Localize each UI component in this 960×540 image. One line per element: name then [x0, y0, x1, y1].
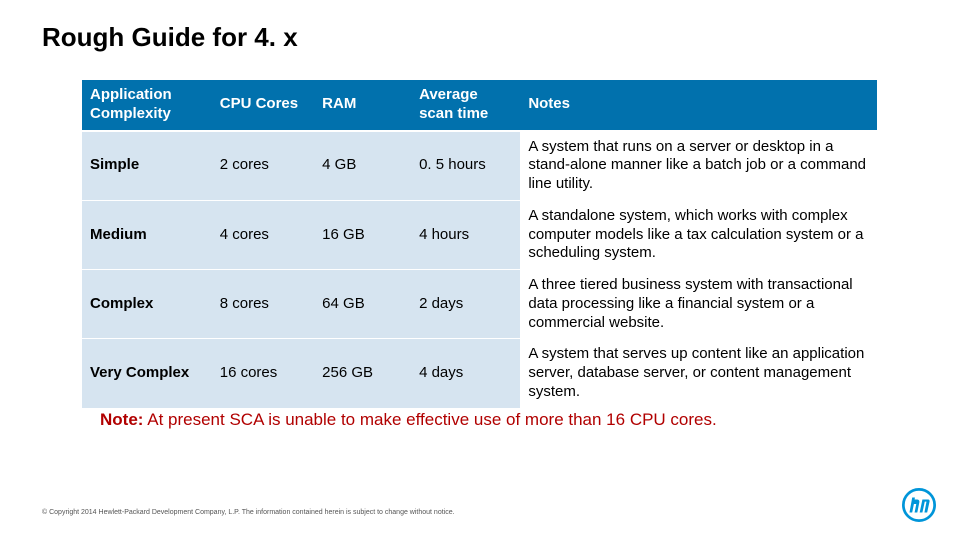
table-header-row: Application Complexity CPU Cores RAM Ave…	[82, 80, 877, 131]
footnote-body: At present SCA is unable to make effecti…	[143, 410, 716, 429]
footnote-prefix: Note:	[100, 410, 143, 429]
header-notes: Notes	[520, 80, 877, 131]
header-complexity: Application Complexity	[82, 80, 212, 131]
cell-scan: 0. 5 hours	[411, 131, 520, 201]
hp-logo-icon	[902, 488, 936, 522]
cell-complexity: Complex	[82, 270, 212, 339]
copyright: © Copyright 2014 Hewlett-Packard Develop…	[42, 509, 455, 516]
slide: Rough Guide for 4. x Application Complex…	[0, 0, 960, 540]
cell-complexity: Medium	[82, 200, 212, 269]
table-row: Simple 2 cores 4 GB 0. 5 hours A system …	[82, 131, 877, 201]
cell-notes: A system that runs on a server or deskto…	[520, 131, 877, 201]
page-title: Rough Guide for 4. x	[42, 22, 298, 53]
header-ram: RAM	[314, 80, 411, 131]
cell-ram: 64 GB	[314, 270, 411, 339]
cell-cores: 8 cores	[212, 270, 314, 339]
cell-ram: 16 GB	[314, 200, 411, 269]
table-row: Complex 8 cores 64 GB 2 days A three tie…	[82, 270, 877, 339]
cell-cores: 4 cores	[212, 200, 314, 269]
table-row: Medium 4 cores 16 GB 4 hours A standalon…	[82, 200, 877, 269]
table-row: Very Complex 16 cores 256 GB 4 days A sy…	[82, 339, 877, 408]
cell-cores: 2 cores	[212, 131, 314, 201]
cell-ram: 256 GB	[314, 339, 411, 408]
cell-scan: 2 days	[411, 270, 520, 339]
cell-ram: 4 GB	[314, 131, 411, 201]
cell-notes: A three tiered business system with tran…	[520, 270, 877, 339]
header-scan: Average scan time	[411, 80, 520, 131]
guide-table: Application Complexity CPU Cores RAM Ave…	[82, 80, 877, 409]
cell-cores: 16 cores	[212, 339, 314, 408]
cell-scan: 4 days	[411, 339, 520, 408]
header-cores: CPU Cores	[212, 80, 314, 131]
cell-scan: 4 hours	[411, 200, 520, 269]
cell-notes: A system that serves up content like an …	[520, 339, 877, 408]
cell-complexity: Simple	[82, 131, 212, 201]
footnote: Note: At present SCA is unable to make e…	[100, 410, 900, 430]
cell-notes: A standalone system, which works with co…	[520, 200, 877, 269]
cell-complexity: Very Complex	[82, 339, 212, 408]
